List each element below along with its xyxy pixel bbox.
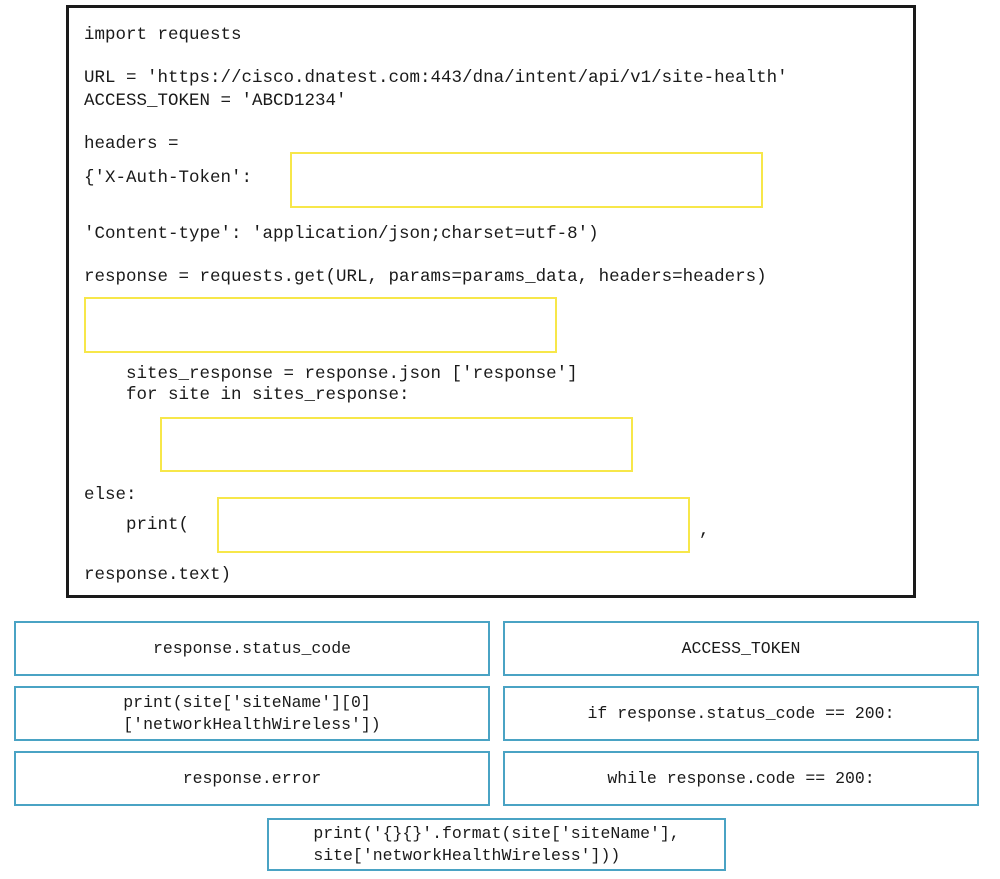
option-label: response.error — [182, 768, 322, 788]
code-line-for-site-in-sites-response: for site in sites_response: — [84, 385, 410, 405]
drop-zone-error-value[interactable] — [217, 497, 690, 553]
option-response-status-code[interactable]: response.status_code — [14, 621, 490, 676]
option-label: ACCESS_TOKEN — [681, 638, 801, 658]
code-line-content-type: 'Content-type': 'application/json;charse… — [84, 224, 599, 244]
option-print-format-site[interactable]: print('{}{}'.format(site['siteName'], si… — [267, 818, 726, 871]
code-line-access-token-assignment: ACCESS_TOKEN = 'ABCD1234' — [84, 91, 347, 111]
option-label: response.status_code — [152, 638, 352, 658]
code-line-sites-response: sites_response = response.json ['respons… — [84, 364, 578, 384]
option-print-site-sitename[interactable]: print(site['siteName'][0] ['networkHealt… — [14, 686, 490, 741]
option-label: while response.code == 200: — [607, 768, 875, 788]
option-label: print('{}{}'.format(site['siteName'], si… — [313, 823, 680, 865]
code-line-print-open: print( — [84, 515, 190, 535]
code-line-import-requests: import requests — [84, 25, 242, 45]
drop-zone-status-check[interactable] — [84, 297, 557, 353]
drop-zone-auth-token[interactable] — [290, 152, 763, 208]
code-line-headers: headers = — [84, 134, 179, 154]
code-line-comma-separator: , — [699, 521, 710, 541]
option-access-token[interactable]: ACCESS_TOKEN — [503, 621, 979, 676]
code-line-x-auth-token-key: {'X-Auth-Token': — [84, 168, 253, 188]
option-response-error[interactable]: response.error — [14, 751, 490, 806]
code-line-else: else: — [84, 485, 137, 505]
code-line-response-requests-get: response = requests.get(URL, params=para… — [84, 267, 767, 287]
code-line-url-assignment: URL = 'https://cisco.dnatest.com:443/dna… — [84, 68, 788, 88]
option-if-response-status-code[interactable]: if response.status_code == 200: — [503, 686, 979, 741]
option-label: print(site['siteName'][0] ['networkHealt… — [123, 692, 381, 734]
code-snippet-panel: import requests URL = 'https://cisco.dna… — [66, 5, 916, 598]
option-label: if response.status_code == 200: — [587, 703, 895, 723]
drop-zone-print-statement[interactable] — [160, 417, 633, 472]
option-while-response-code[interactable]: while response.code == 200: — [503, 751, 979, 806]
code-line-response-text-close: response.text) — [84, 565, 232, 585]
